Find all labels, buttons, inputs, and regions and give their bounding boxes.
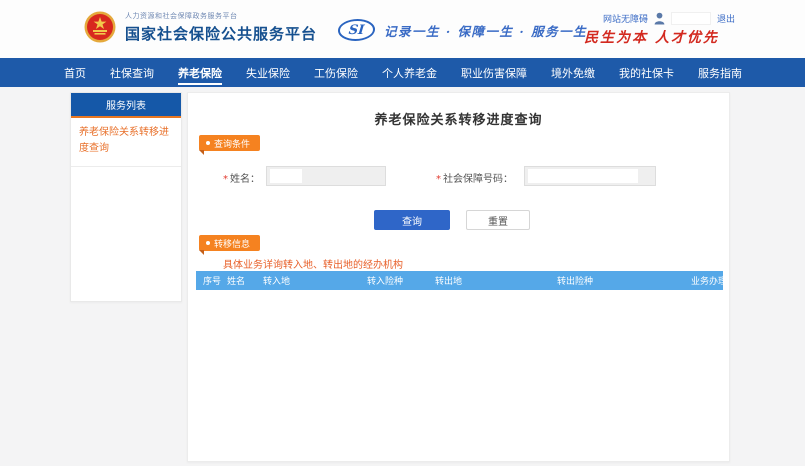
col-transfer-in-place: 转入地 xyxy=(263,274,367,287)
name-value-redacted xyxy=(270,169,302,183)
name-label-text: 姓名： xyxy=(230,174,260,185)
ssn-input[interactable] xyxy=(524,166,656,186)
nav-item-unemployment[interactable]: 失业保险 xyxy=(246,58,290,87)
ssn-label-text: 社会保障号码： xyxy=(443,174,513,185)
col-name: 姓名 xyxy=(227,274,263,287)
page-title: 养老保险关系转移进度查询 xyxy=(188,109,729,128)
col-business-handling: 业务办理 xyxy=(691,274,723,287)
platform-subtitle: 人力资源和社会保障政务服务平台 xyxy=(125,11,317,21)
transfer-note: 具体业务详询转入地、转出地的经办机构 xyxy=(223,256,403,271)
nav-item-work-injury[interactable]: 工伤保险 xyxy=(314,58,358,87)
sidebar-item-transfer-progress-query[interactable]: 养老保险关系转移进度查询 xyxy=(71,118,181,167)
nav-item-pension[interactable]: 养老保险 xyxy=(178,58,222,87)
nav-item-shebao-query[interactable]: 社保查询 xyxy=(110,58,154,87)
query-conditions-tag: 查询条件 xyxy=(199,135,260,151)
national-emblem-icon xyxy=(84,9,116,45)
nav-item-overseas-exemption[interactable]: 境外免缴 xyxy=(551,58,595,87)
motto-calligraphy: 民生为本 人才优先 xyxy=(584,27,719,47)
user-links: 网站无障碍 退出 xyxy=(603,12,735,25)
col-transfer-in-type: 转入险种 xyxy=(367,274,435,287)
name-field-label: *姓名： xyxy=(223,170,260,185)
col-transfer-out-type: 转出险种 xyxy=(557,274,689,287)
ssn-field-label: *社会保障号码： xyxy=(436,170,513,185)
required-marker-2: * xyxy=(436,174,441,185)
service-sidebar: 服务列表 养老保险关系转移进度查询 xyxy=(70,92,182,302)
si-logo-icon: SI xyxy=(337,19,376,41)
reset-button[interactable]: 重置 xyxy=(466,210,530,230)
slogan-block: SI 记录一生 · 保障一生 · 服务一生 xyxy=(338,19,587,41)
accessibility-link[interactable]: 网站无障碍 xyxy=(603,12,648,25)
required-marker: * xyxy=(223,174,228,185)
nav-item-service-guide[interactable]: 服务指南 xyxy=(698,58,742,87)
col-seq: 序号 xyxy=(203,274,227,287)
nav-item-occupational-injury[interactable]: 职业伤害保障 xyxy=(461,58,527,87)
query-conditions-label: 查询条件 xyxy=(214,137,250,150)
sidebar-title: 服务列表 xyxy=(71,93,181,118)
col-transfer-out-place: 转出地 xyxy=(435,274,557,287)
slogan-text: 记录一生 · 保障一生 · 服务一生 xyxy=(384,21,587,40)
query-button[interactable]: 查询 xyxy=(374,210,450,230)
ssn-value-redacted xyxy=(528,169,638,183)
tag-bullet-icon-2 xyxy=(206,241,210,245)
user-icon xyxy=(654,12,665,25)
nav-item-personal-pension[interactable]: 个人养老金 xyxy=(382,58,437,87)
results-table-header: 序号 姓名 转入地 转入险种 转出地 转出险种 业务办理 xyxy=(196,271,723,290)
platform-logo: 人力资源和社会保障政务服务平台 国家社会保险公共服务平台 xyxy=(84,9,317,45)
transfer-info-label: 转移信息 xyxy=(214,237,250,250)
button-row: 查询 重置 xyxy=(188,210,729,230)
platform-title: 国家社会保险公共服务平台 xyxy=(125,23,317,44)
main-nav: 首页 社保查询 养老保险 失业保险 工伤保险 个人养老金 职业伤害保障 境外免缴… xyxy=(0,58,805,87)
main-content: 养老保险关系转移进度查询 查询条件 *姓名： *社会保障号码： 查询 重置 转移… xyxy=(187,92,730,462)
page-header: 人力资源和社会保障政务服务平台 国家社会保险公共服务平台 SI 记录一生 · 保… xyxy=(0,0,805,58)
name-input[interactable] xyxy=(266,166,386,186)
logout-link[interactable]: 退出 xyxy=(717,12,735,25)
platform-title-block: 人力资源和社会保障政务服务平台 国家社会保险公共服务平台 xyxy=(125,11,317,44)
username-redacted xyxy=(671,12,711,25)
nav-item-home[interactable]: 首页 xyxy=(64,58,86,87)
transfer-info-tag: 转移信息 xyxy=(199,235,260,251)
nav-item-my-card[interactable]: 我的社保卡 xyxy=(619,58,674,87)
query-form: *姓名： *社会保障号码： xyxy=(188,166,729,186)
tag-bullet-icon xyxy=(206,141,210,145)
